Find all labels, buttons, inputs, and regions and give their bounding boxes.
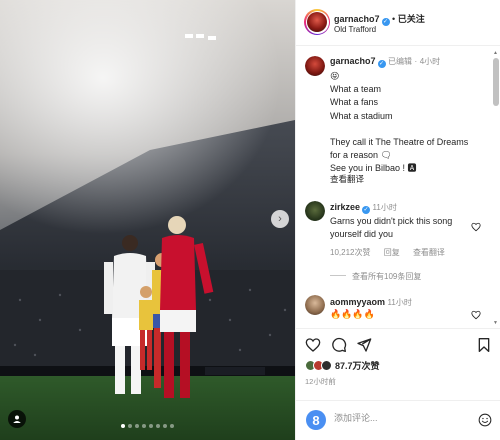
comment-see-translation[interactable]: 查看翻译 xyxy=(413,248,445,257)
scroll-down-icon[interactable]: ▼ xyxy=(493,320,498,326)
verified-icon: ✓ xyxy=(377,60,386,68)
likes-count[interactable]: 87.7万次赞 xyxy=(335,359,380,372)
carousel-dot xyxy=(149,424,153,428)
caption-line: 😝 xyxy=(330,71,340,81)
emoji-icon[interactable] xyxy=(478,413,492,427)
caption-line: What a team xyxy=(330,84,382,95)
caption-text: 😝 What a team What a fans What a stadium… xyxy=(330,70,490,176)
bookmark-icon[interactable] xyxy=(476,337,492,353)
caption-line: What a fans xyxy=(330,97,379,108)
scroll-up-icon[interactable]: ▲ xyxy=(493,50,498,56)
caption-author-avatar[interactable] xyxy=(305,56,325,76)
comment-header: aommyyaom 11小时 xyxy=(330,297,412,308)
separator-dot: • xyxy=(392,14,396,24)
carousel-dot xyxy=(135,424,139,428)
following-button[interactable]: 已关注 xyxy=(398,14,425,24)
post-timestamp[interactable]: 12小时前 xyxy=(305,376,336,387)
comment-text: Garns you didn't pick this song yourself… xyxy=(330,216,453,239)
comment-icon[interactable] xyxy=(331,337,347,353)
author-avatar[interactable] xyxy=(304,9,330,35)
caption-line xyxy=(330,123,490,136)
current-user-avatar: 8 xyxy=(306,410,326,430)
comment-input[interactable] xyxy=(334,413,474,423)
add-comment-bar: 8 xyxy=(296,400,500,440)
post-image xyxy=(0,0,295,440)
carousel-dot xyxy=(156,424,160,428)
user-tag-icon xyxy=(13,415,21,423)
author-username[interactable]: garnacho7 xyxy=(334,14,380,24)
comment-author[interactable]: aommyyaom xyxy=(330,297,385,307)
caption-time[interactable]: 4小时 xyxy=(420,57,440,66)
carousel-indicator xyxy=(0,424,295,428)
likes-row[interactable]: 87.7万次赞 xyxy=(305,359,380,372)
caption-header: garnacho7 ✓ 已编辑 · 4小时 xyxy=(330,56,440,68)
post-location[interactable]: Old Trafford xyxy=(334,25,376,34)
comment-reply-button[interactable]: 回复 xyxy=(384,248,400,257)
separator-dot: · xyxy=(414,57,418,66)
carousel-dot xyxy=(163,424,167,428)
view-replies-label: 查看所有109条回复 xyxy=(352,272,422,281)
caption-line: What a stadium xyxy=(330,110,393,121)
verified-icon: ✓ xyxy=(362,206,371,214)
caption-author-username[interactable]: garnacho7 xyxy=(330,56,376,66)
comment-like-icon[interactable] xyxy=(471,310,481,320)
caption-see-translation[interactable]: 查看翻译 xyxy=(330,173,364,185)
carousel-dot xyxy=(121,424,125,428)
comment-author[interactable]: zirkzee xyxy=(330,202,360,212)
view-replies-button[interactable]: 查看所有109条回复 xyxy=(330,271,421,282)
comment-meta: 10,212次赞 回复 查看翻译 xyxy=(330,247,456,258)
carousel-dot xyxy=(128,424,132,428)
caption-line: for a reason 🗨 xyxy=(330,150,392,161)
comment-like-count[interactable]: 10,212次赞 xyxy=(330,248,370,257)
caption-line: They call it The Theatre of Dreams xyxy=(330,137,469,147)
post-detail-panel: garnacho7 ✓ • 已关注 Old Trafford ▲ ▼ garnac… xyxy=(295,0,500,440)
post-actions: 87.7万次赞 12小时前 xyxy=(296,328,500,400)
comment-time[interactable]: 11小时 xyxy=(373,203,397,212)
replies-divider xyxy=(330,275,346,276)
header-author-row: garnacho7 ✓ • 已关注 xyxy=(334,12,425,26)
comment-header: zirkzee ✓ 11小时 xyxy=(330,202,397,214)
comment-like-icon[interactable] xyxy=(471,222,481,232)
share-icon[interactable] xyxy=(356,337,372,353)
post-header: garnacho7 ✓ • 已关注 Old Trafford xyxy=(296,0,500,46)
carousel-dot xyxy=(170,424,174,428)
verified-icon: ✓ xyxy=(381,18,390,26)
comment-avatar[interactable] xyxy=(305,295,325,315)
comment-text: 🔥🔥🔥🔥 xyxy=(330,309,375,319)
liker-avatar xyxy=(321,360,332,371)
caption-edited-label: 已编辑 xyxy=(388,57,413,66)
next-slide-button[interactable]: › xyxy=(271,210,289,228)
scrollbar-thumb[interactable] xyxy=(493,58,499,106)
chevron-right-icon: › xyxy=(278,212,282,225)
post-media[interactable]: › xyxy=(0,0,295,440)
liker-avatars xyxy=(305,360,332,371)
comment-time[interactable]: 11小时 xyxy=(388,298,412,307)
carousel-dot xyxy=(142,424,146,428)
comment-avatar[interactable] xyxy=(305,201,325,221)
like-icon[interactable] xyxy=(305,337,321,353)
